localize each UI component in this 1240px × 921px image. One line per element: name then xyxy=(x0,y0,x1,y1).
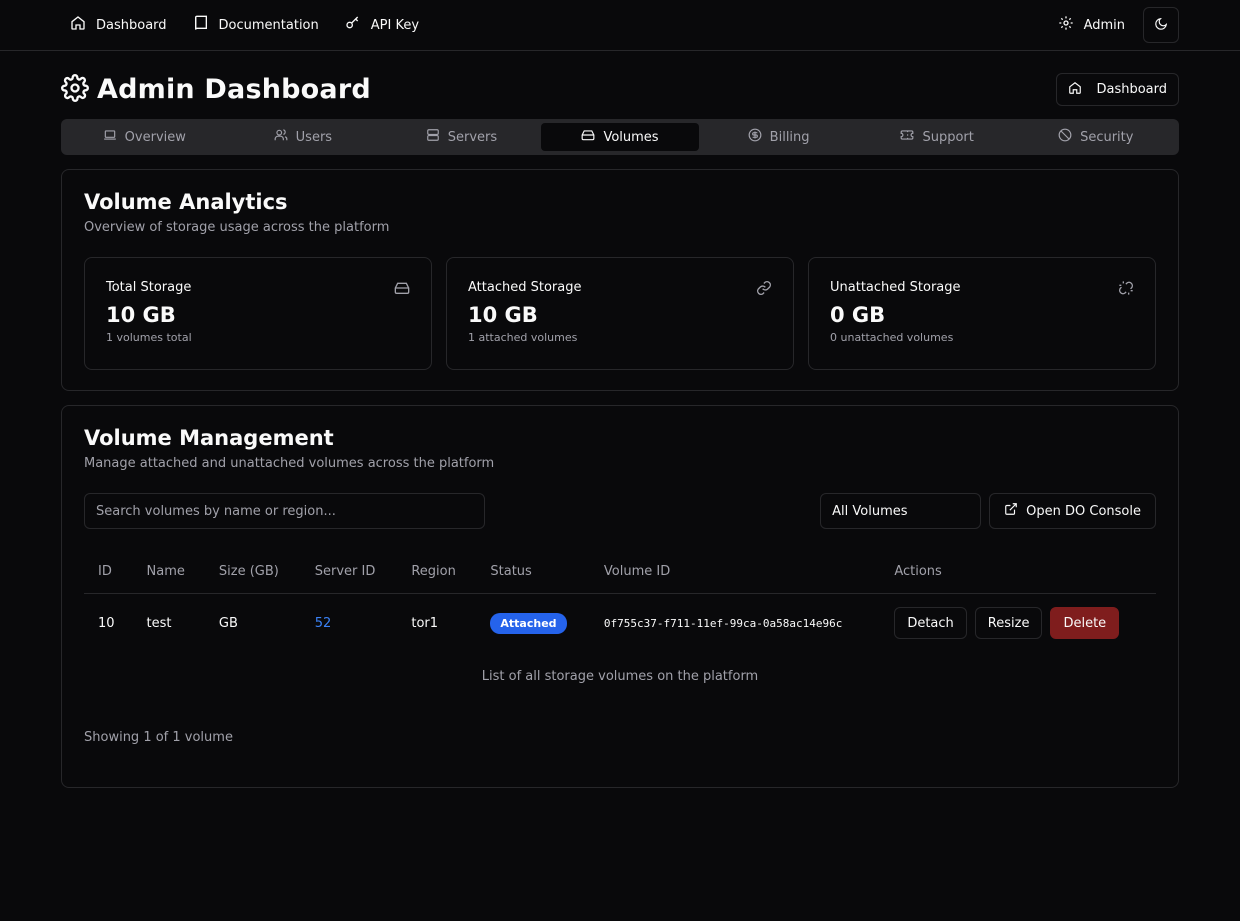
unlink-icon xyxy=(1118,280,1134,300)
management-subtitle: Manage attached and unattached volumes a… xyxy=(84,456,495,471)
volumes-table: ID Name Size (GB) Server ID Region Statu… xyxy=(84,551,1156,653)
analytics-title: Volume Analytics xyxy=(84,190,288,214)
tab-overview[interactable]: Overview xyxy=(65,123,224,151)
total-storage-stat: Total Storage 10 GB 1 volumes total xyxy=(84,257,432,370)
table-row: 10 test GB 52 tor1 Attached 0f755c37-f71… xyxy=(84,593,1156,653)
cell-status: Attached xyxy=(476,593,590,653)
cell-name: test xyxy=(146,615,172,631)
search-input[interactable] xyxy=(84,493,485,529)
stat-note: 0 unattached volumes xyxy=(830,331,954,344)
tab-support-label: Support xyxy=(922,129,974,145)
nav-admin-link[interactable]: Admin xyxy=(1058,15,1125,35)
nav-api-key-label: API Key xyxy=(370,17,420,33)
nav-admin-label: Admin xyxy=(1083,17,1125,33)
status-badge: Attached xyxy=(490,612,567,634)
tab-volumes[interactable]: Volumes xyxy=(540,123,700,151)
management-title: Volume Management xyxy=(84,426,334,450)
results-count: Showing 1 of 1 volume xyxy=(84,730,233,745)
ban-icon xyxy=(1058,128,1072,146)
tab-support[interactable]: Support xyxy=(858,123,1017,151)
dashboard-button[interactable]: Dashboard xyxy=(1056,73,1179,106)
gear-icon xyxy=(1058,15,1074,35)
cell-region: tor1 xyxy=(411,615,439,631)
page-header: Admin Dashboard Dashboard xyxy=(0,51,1240,114)
nav-api-key-link[interactable]: API Key xyxy=(345,15,419,35)
stat-label: Unattached Storage xyxy=(830,280,961,295)
admin-tabs: Overview Users Servers Volumes Billing S… xyxy=(61,119,1179,155)
table-header-row: ID Name Size (GB) Server ID Region Statu… xyxy=(84,551,1156,594)
analytics-subtitle: Overview of storage usage across the pla… xyxy=(84,220,390,235)
top-nav: Dashboard Documentation API Key Admin xyxy=(0,0,1240,51)
delete-button[interactable]: Delete xyxy=(1050,607,1120,640)
server-id-link[interactable]: 52 xyxy=(301,593,398,653)
gear-icon xyxy=(61,73,89,106)
tab-billing-label: Billing xyxy=(769,129,810,145)
table-caption: List of all storage volumes on the platf… xyxy=(481,669,759,684)
stat-label: Total Storage xyxy=(106,280,192,295)
stat-value: 10 GB xyxy=(468,303,538,327)
cell-volume-id: 0f755c37-f711-11ef-99ca-0a58ac14e96c xyxy=(603,616,843,630)
volume-management-card: Volume Management Manage attached and un… xyxy=(61,405,1179,788)
stat-note: 1 volumes total xyxy=(106,331,192,344)
attached-storage-stat: Attached Storage 10 GB 1 attached volume… xyxy=(446,257,794,370)
stat-note: 1 attached volumes xyxy=(468,331,578,344)
dashboard-button-label: Dashboard xyxy=(1096,82,1167,97)
page-title: Admin Dashboard xyxy=(97,74,371,105)
nav-documentation-label: Documentation xyxy=(218,17,319,33)
open-console-label: Open DO Console xyxy=(1026,503,1141,519)
col-volume-id: Volume ID xyxy=(589,551,881,594)
nav-dashboard-label: Dashboard xyxy=(96,17,167,33)
col-size: Size (GB) xyxy=(204,551,301,594)
unattached-storage-stat: Unattached Storage 0 GB 0 unattached vol… xyxy=(808,257,1156,370)
link-icon xyxy=(756,280,772,300)
hard-drive-icon xyxy=(581,128,595,146)
server-icon xyxy=(426,128,440,146)
key-icon xyxy=(345,15,361,35)
resize-button[interactable]: Resize xyxy=(974,607,1043,640)
cell-id: 10 xyxy=(98,615,115,631)
tab-users-label: Users xyxy=(295,129,333,145)
col-region: Region xyxy=(397,551,477,594)
moon-icon xyxy=(1154,16,1168,35)
home-icon xyxy=(70,15,86,35)
col-id: ID xyxy=(84,551,133,594)
nav-dashboard-link[interactable]: Dashboard xyxy=(70,15,167,35)
filter-value: All Volumes xyxy=(832,503,908,519)
col-server-id: Server ID xyxy=(300,551,398,594)
tab-security[interactable]: Security xyxy=(1016,123,1175,151)
col-status: Status xyxy=(476,551,590,594)
open-console-button[interactable]: Open DO Console xyxy=(989,493,1156,529)
col-name: Name xyxy=(132,551,205,594)
stat-value: 0 GB xyxy=(830,303,886,327)
home-icon xyxy=(1068,81,1082,99)
nav-documentation-link[interactable]: Documentation xyxy=(193,15,319,35)
tab-servers-label: Servers xyxy=(447,129,498,145)
theme-toggle-button[interactable] xyxy=(1143,7,1179,43)
stat-label: Attached Storage xyxy=(468,280,582,295)
tab-users[interactable]: Users xyxy=(224,123,383,151)
detach-button[interactable]: Detach xyxy=(894,607,967,640)
book-icon xyxy=(193,15,209,35)
stat-value: 10 GB xyxy=(106,303,176,327)
tab-servers[interactable]: Servers xyxy=(382,123,541,151)
col-actions: Actions xyxy=(880,551,1156,594)
tab-billing[interactable]: Billing xyxy=(699,123,858,151)
laptop-icon xyxy=(103,128,117,146)
users-icon xyxy=(274,128,288,146)
hard-drive-icon xyxy=(394,280,410,300)
tab-volumes-label: Volumes xyxy=(603,129,659,145)
external-link-icon xyxy=(1004,502,1018,520)
cell-size: GB xyxy=(218,615,238,631)
tab-overview-label: Overview xyxy=(124,129,186,145)
cell-actions: Detach Resize Delete xyxy=(880,593,1156,653)
volume-analytics-card: Volume Analytics Overview of storage usa… xyxy=(61,169,1179,391)
tab-security-label: Security xyxy=(1080,129,1134,145)
dollar-icon xyxy=(748,128,762,146)
ticket-icon xyxy=(900,128,914,146)
volume-filter-select[interactable]: All Volumes xyxy=(820,493,982,529)
